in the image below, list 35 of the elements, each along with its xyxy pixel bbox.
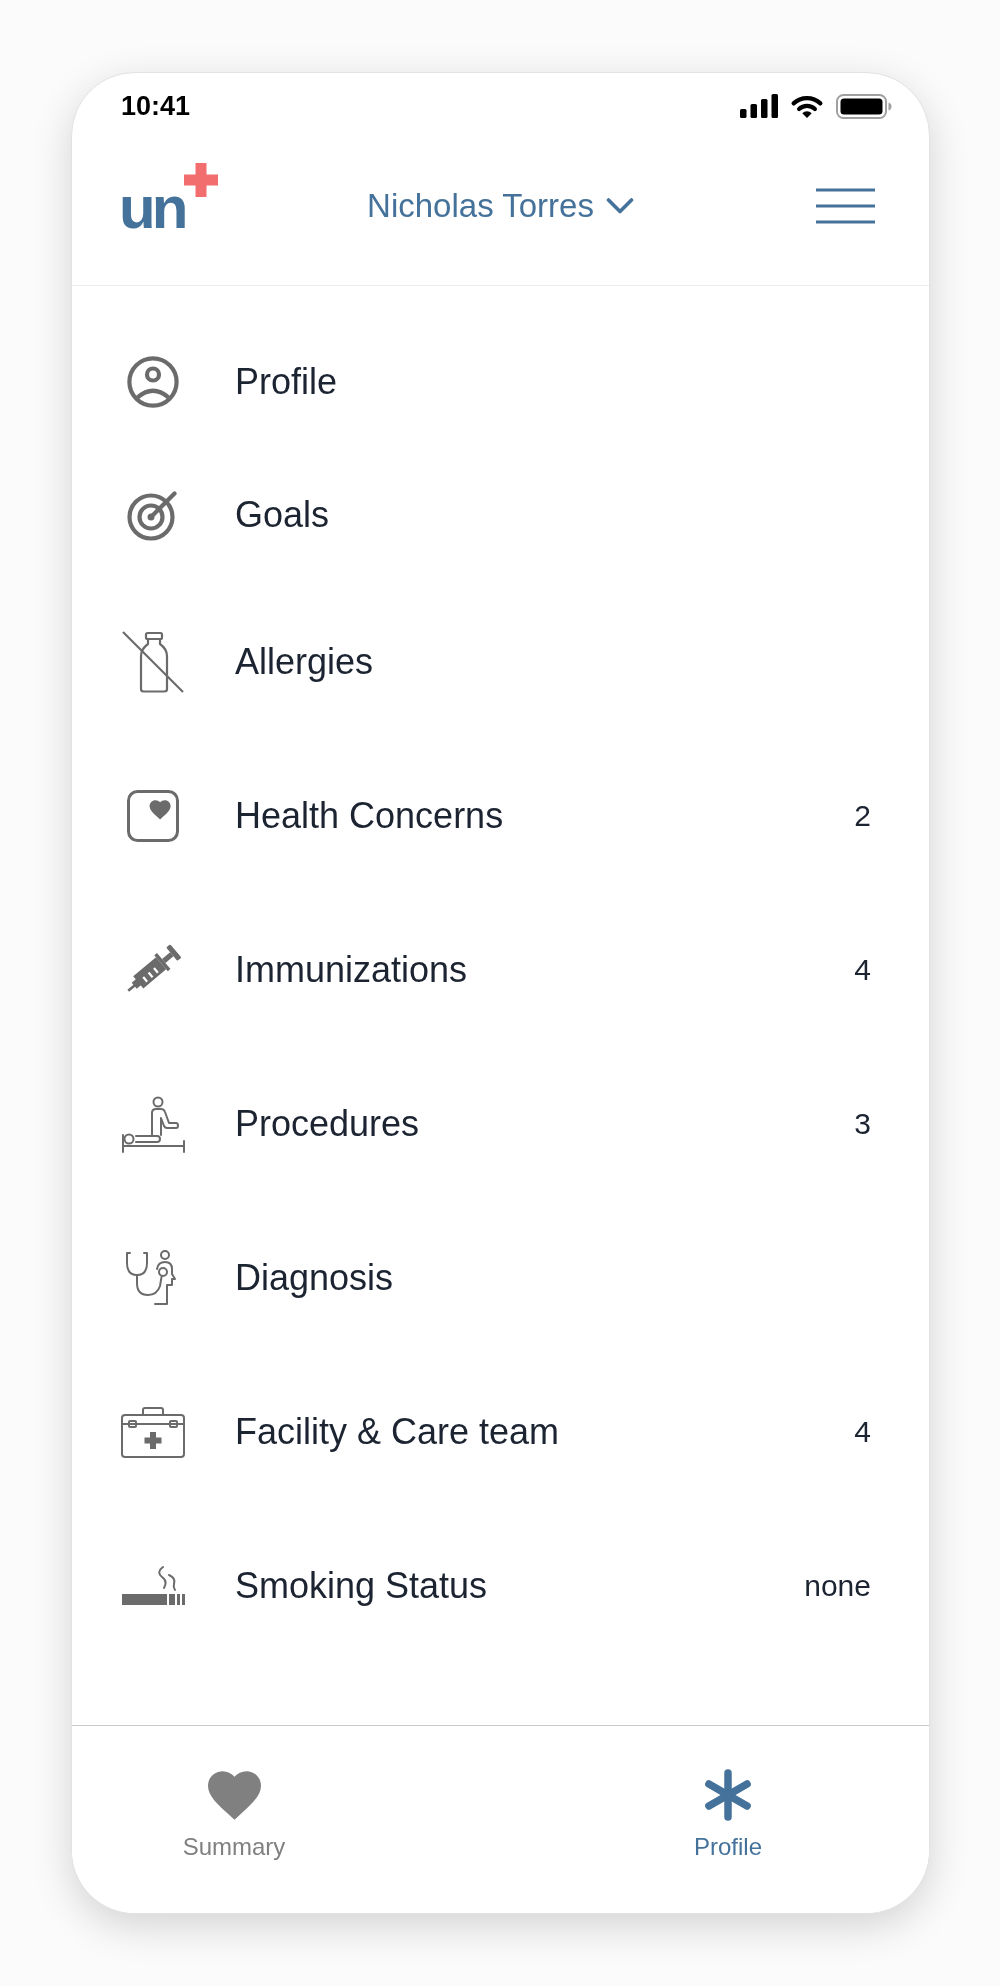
menu-item[interactable]: Health Concerns 2 [72,739,929,893]
chevron-down-icon [605,196,634,215]
tab[interactable]: Profile [658,1769,798,1889]
asterisk-icon [703,1769,753,1821]
signal-icon [740,94,778,118]
menu-button[interactable] [816,187,875,224]
item-count: 3 [854,1106,871,1142]
menu-item[interactable]: Facility & Care team 4 [72,1355,929,1509]
user-circle-icon [127,356,179,408]
battery-icon [836,93,892,119]
logo-wordmark: un [119,187,185,229]
heart-card-icon [127,790,179,842]
item-count: 4 [854,952,871,988]
target-icon [127,489,179,541]
tab[interactable]: Summary [164,1769,304,1889]
menu-item[interactable]: Profile [72,319,929,445]
item-count: 2 [854,798,871,834]
heart-icon [207,1770,261,1820]
massage-icon [121,1095,185,1153]
menu-item[interactable]: Immunizations 4 [72,893,929,1047]
menu-item[interactable]: Smoking Status none [72,1509,929,1663]
user-switcher[interactable]: Nicholas Torres [367,185,634,226]
item-count: none [804,1568,871,1604]
item-count: 4 [854,1414,871,1450]
cigarette-icon [121,1566,185,1606]
menu-item[interactable]: Diagnosis [72,1201,929,1355]
crossed-out-bottle-icon [122,631,184,693]
menu-item[interactable]: Procedures 3 [72,1047,929,1201]
plus-icon [184,163,219,197]
menu-item[interactable]: Goals [72,445,929,585]
menu-item[interactable]: Allergies [72,585,929,739]
menu-icon [816,187,875,224]
first-aid-kit-icon [121,1406,185,1458]
status-time: 10:41 [121,90,191,122]
wifi-icon [789,94,825,118]
